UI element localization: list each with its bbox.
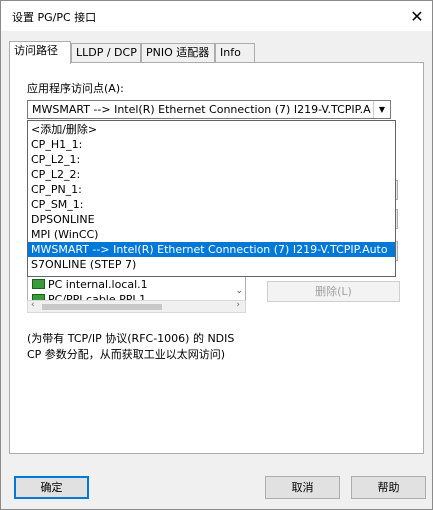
description-line-1: (为带有 TCP/IP 协议(RFC-1006) 的 NDIS bbox=[27, 332, 235, 345]
access-point-dropdown-list[interactable]: <添加/删除> CP_H1_1: CP_L2_1: CP_L2_2: CP_PN… bbox=[27, 120, 396, 277]
tab-access-path[interactable]: 访问路径 bbox=[9, 41, 71, 64]
dropdown-item-selected[interactable]: MWSMART --> Intel(R) Ethernet Connection… bbox=[28, 242, 395, 257]
dropdown-item[interactable]: S7ONLINE (STEP 7) bbox=[28, 257, 395, 272]
network-adapter-icon bbox=[32, 279, 45, 289]
access-point-label: 应用程序访问点(A): bbox=[27, 82, 124, 95]
tab-info[interactable]: Info bbox=[215, 43, 255, 62]
dropdown-item[interactable]: CP_L2_2: bbox=[28, 167, 395, 182]
dropdown-item[interactable]: DPSONLINE bbox=[28, 212, 395, 227]
dropdown-item[interactable]: CP_PN_1: bbox=[28, 182, 395, 197]
close-icon[interactable]: ✕ bbox=[402, 1, 432, 31]
dropdown-item[interactable]: CP_H1_1: bbox=[28, 137, 395, 152]
description-text: (为带有 TCP/IP 协议(RFC-1006) 的 NDIS CP 参数分配，… bbox=[27, 331, 234, 363]
dropdown-item[interactable]: CP_L2_1: bbox=[28, 152, 395, 167]
title-bar: 设置 PG/PC 接口 ✕ bbox=[1, 1, 432, 31]
help-button[interactable]: 帮助 bbox=[351, 476, 426, 499]
horizontal-scrollbar[interactable]: ‹ › bbox=[27, 300, 246, 313]
tab-pnio-adapter[interactable]: PNIO 适配器 bbox=[141, 43, 215, 62]
scrollbar-thumb[interactable] bbox=[42, 304, 162, 310]
ok-button[interactable]: 确定 bbox=[14, 476, 89, 499]
tab-lldp-dcp[interactable]: LLDP / DCP bbox=[71, 43, 141, 62]
access-point-combobox[interactable]: MWSMART --> Intel(R) Ethernet Connection… bbox=[27, 100, 391, 119]
window-title: 设置 PG/PC 接口 bbox=[12, 11, 97, 24]
access-point-value: MWSMART --> Intel(R) Ethernet Connection… bbox=[32, 103, 371, 116]
dropdown-item[interactable]: CP_SM_1: bbox=[28, 197, 395, 212]
scroll-down-icon[interactable]: ⌄ bbox=[235, 286, 243, 296]
chevron-down-icon[interactable]: ▼ bbox=[373, 101, 390, 118]
list-item[interactable]: PC internal.local.1 bbox=[32, 278, 148, 292]
scroll-left-icon[interactable]: ‹ bbox=[31, 300, 35, 310]
dialog-window: 设置 PG/PC 接口 ✕ 访问路径 LLDP / DCP PNIO 适配器 I… bbox=[0, 0, 433, 510]
scroll-right-icon[interactable]: › bbox=[236, 300, 240, 310]
dropdown-item[interactable]: MPI (WinCC) bbox=[28, 227, 395, 242]
cancel-button[interactable]: 取消 bbox=[265, 476, 340, 499]
list-item-label: PC internal.local.1 bbox=[48, 278, 148, 291]
dropdown-item[interactable]: <添加/删除> bbox=[28, 122, 395, 137]
description-line-2: CP 参数分配，从而获取工业以太网访问) bbox=[27, 348, 226, 361]
delete-button[interactable]: 删除(L) bbox=[267, 281, 400, 302]
